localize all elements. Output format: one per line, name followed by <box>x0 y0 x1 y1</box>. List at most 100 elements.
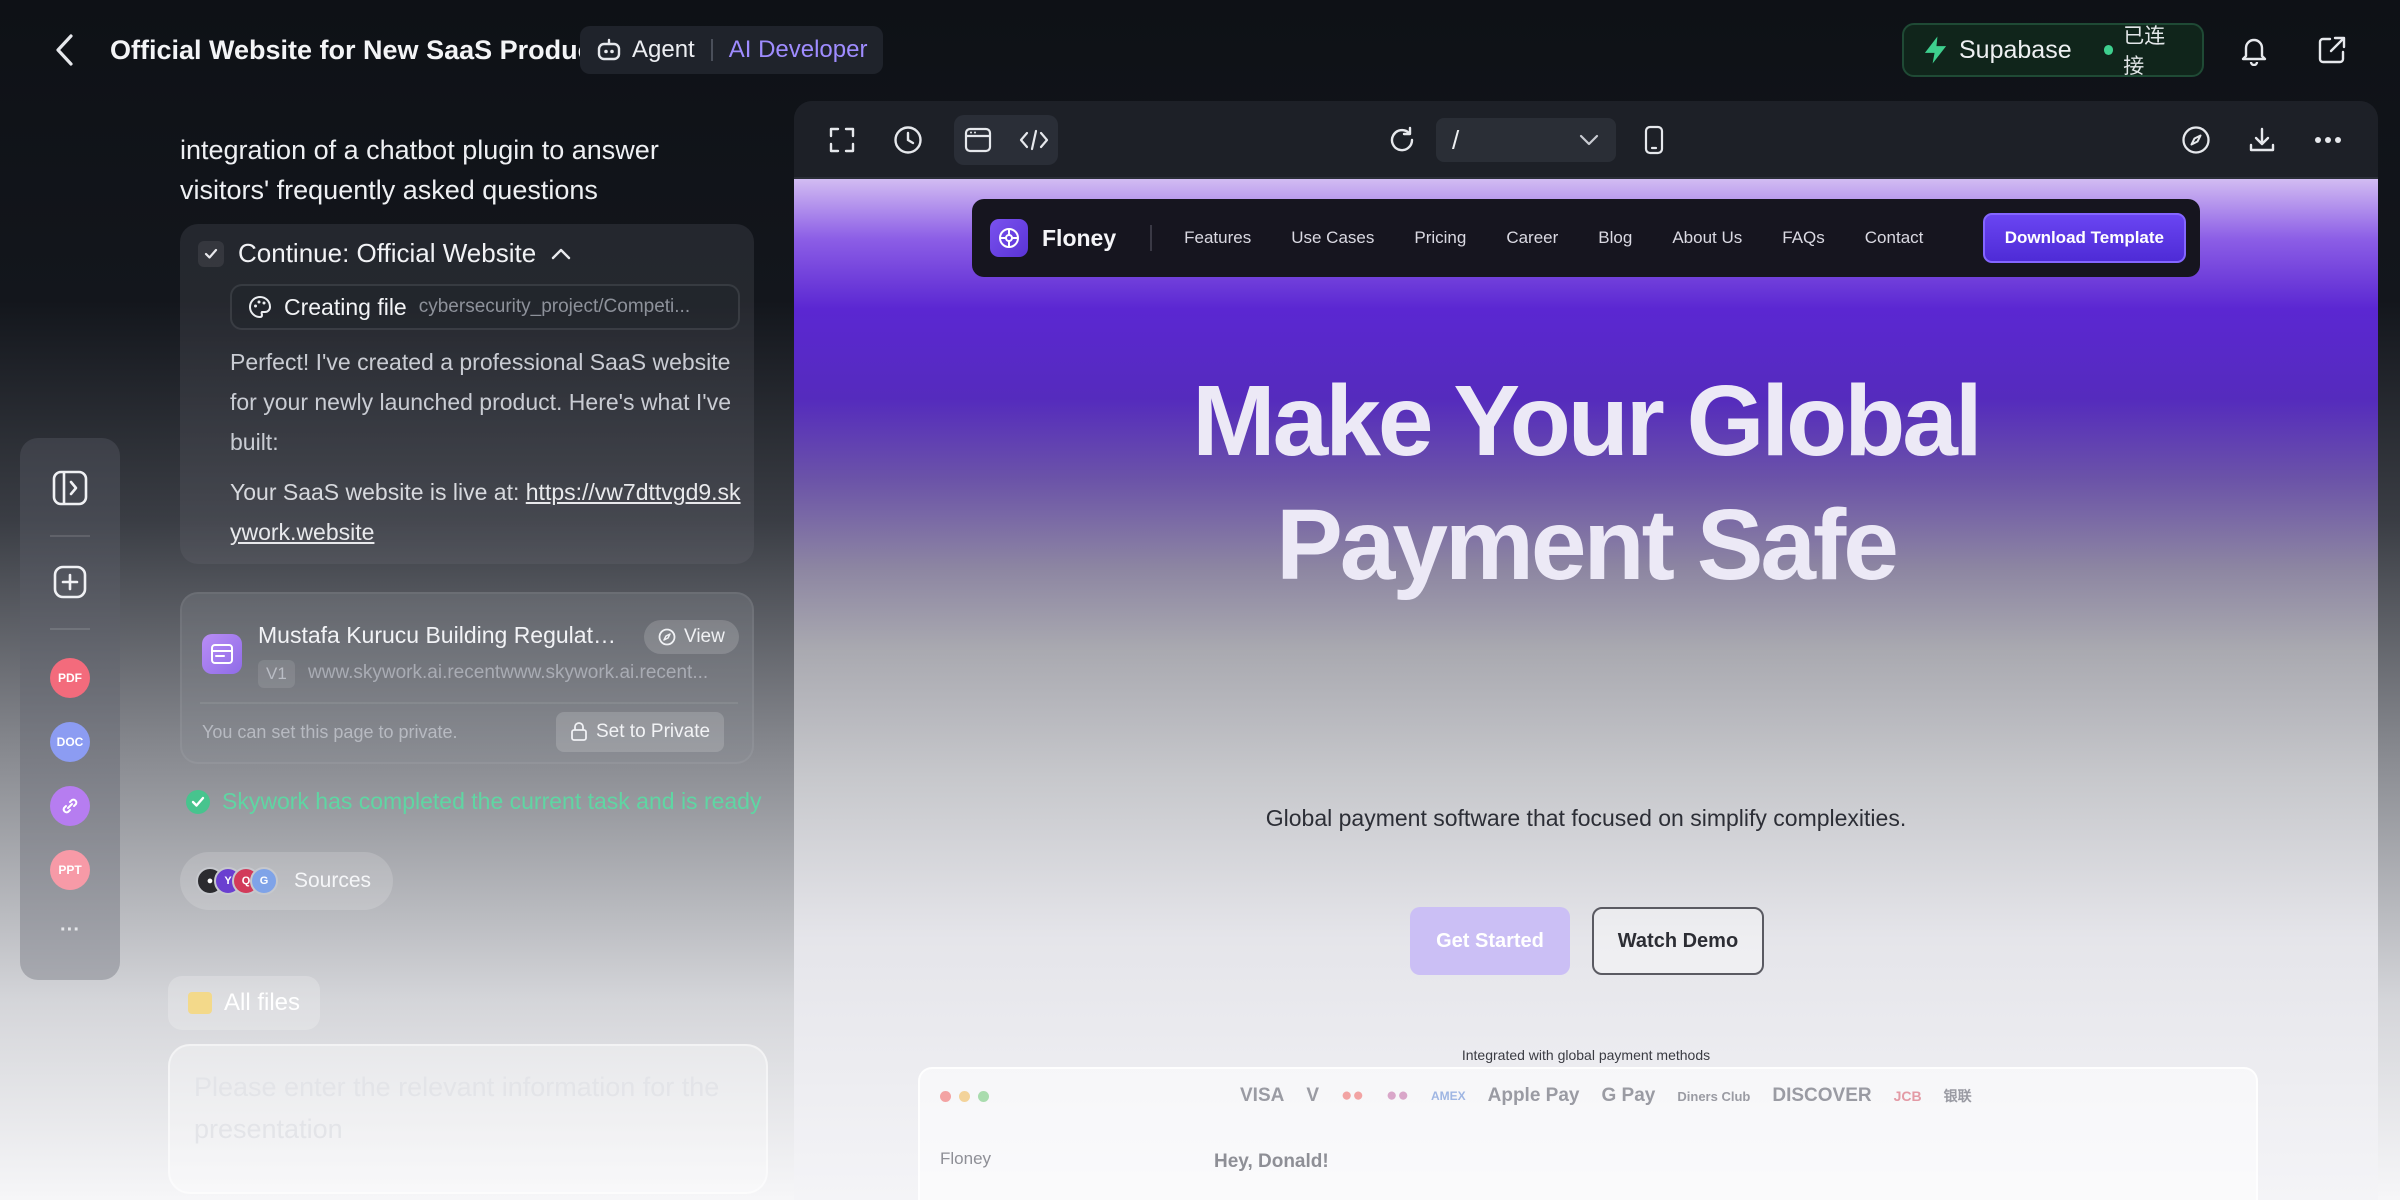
all-files-button[interactable]: All files <box>168 976 321 1030</box>
source-avatars: ● Y Q G <box>196 867 278 895</box>
plus-square-icon <box>53 565 87 599</box>
fullscreen-icon <box>829 127 855 153</box>
mode-agent-label: Agent <box>632 36 695 63</box>
set-private-label: Set to Private <box>596 721 711 742</box>
sources-button[interactable]: ● Y Q G Sources <box>180 852 394 910</box>
more-horizontal-icon <box>2315 137 2341 143</box>
back-button[interactable] <box>44 30 84 70</box>
payment-maestro: ●● <box>1386 1085 1409 1106</box>
dot-red <box>940 1091 951 1102</box>
payment-visa: VISA <box>1240 1085 1285 1106</box>
supabase-connection[interactable]: Supabase 已连接 <box>1902 23 2204 78</box>
download-icon <box>2249 127 2275 152</box>
hero-subtitle: Global payment software that focused on … <box>1265 805 1907 831</box>
link-file-icon[interactable] <box>50 786 90 826</box>
nav-link-features[interactable]: Features <box>1184 228 1251 248</box>
website-icon <box>202 634 242 674</box>
website-card: Mustafa Kurucu Building Regulatio... Vie… <box>180 592 754 764</box>
left-rail: PDF DOC PPT ··· <box>20 438 120 980</box>
new-task-button[interactable] <box>50 562 90 602</box>
fullscreen-button[interactable] <box>818 116 866 164</box>
file-path: cybersecurity_project/Competi... <box>418 296 691 317</box>
refresh-button[interactable] <box>1378 116 1426 164</box>
supabase-label: Supabase <box>1959 35 2072 64</box>
mode-selector[interactable]: Agent AI Developer <box>580 26 884 74</box>
view-button[interactable]: View <box>644 620 739 654</box>
share-button[interactable] <box>2308 26 2356 74</box>
nav-link-career[interactable]: Career <box>1506 228 1558 248</box>
history-button[interactable] <box>884 116 932 164</box>
nav-divider <box>1150 225 1153 251</box>
payment-mastercard: ●● <box>1341 1085 1364 1106</box>
all-files-label: All files <box>224 989 301 1016</box>
compass-icon <box>658 628 676 646</box>
code-mode-button[interactable] <box>1010 116 1058 164</box>
window-dots <box>940 1091 989 1102</box>
dashboard-mockup: VISA V ●● ●● AMEX Apple Pay G Pay Diners… <box>918 1067 2258 1200</box>
connected-dot <box>2103 45 2114 55</box>
set-private-button[interactable]: Set to Private <box>556 712 725 752</box>
task-title: Continue: Official Website <box>238 238 537 268</box>
pdf-file-icon[interactable]: PDF <box>50 658 90 698</box>
mockup-brand: Floney <box>940 1149 992 1168</box>
preview-toolbar: / <box>794 101 2378 179</box>
mode-divider <box>710 39 713 61</box>
success-check-icon <box>186 789 210 814</box>
website-preview: Floney Features Use Cases Pricing Career… <box>794 179 2378 1200</box>
card-divider <box>200 702 738 704</box>
preview-mode-button[interactable] <box>954 116 1002 164</box>
payment-venmo: V <box>1306 1085 1320 1106</box>
publish-button[interactable] <box>2172 116 2220 164</box>
task-complete-text: Skywork has completed the current task a… <box>222 788 762 814</box>
payment-diners: Diners Club <box>1677 1088 1751 1104</box>
lock-icon <box>571 722 587 741</box>
check-icon <box>198 240 224 267</box>
integrated-text: Integrated with global payment methods <box>1461 1047 1711 1063</box>
palette-icon <box>249 295 272 319</box>
task-toggle[interactable]: Continue: Official Website <box>198 238 572 269</box>
chat-input[interactable]: Please enter the relevant information fo… <box>168 1044 768 1194</box>
hero-line-2: Payment Safe <box>1276 489 1899 601</box>
notifications-button[interactable] <box>2230 26 2278 74</box>
get-started-button[interactable]: Get Started <box>1410 907 1570 975</box>
chevron-left-icon <box>56 34 73 66</box>
download-button[interactable] <box>2238 116 2286 164</box>
chevron-down-icon <box>1579 134 1599 146</box>
top-bar: Official Website for New SaaS Product Ag… <box>0 0 2400 100</box>
payment-apple-pay: Apple Pay <box>1487 1085 1580 1106</box>
payment-jcb: JCB <box>1893 1088 1922 1104</box>
hero-line-1: Make Your Global <box>1192 365 1982 477</box>
nav-link-blog[interactable]: Blog <box>1598 228 1632 248</box>
nav-link-use-cases[interactable]: Use Cases <box>1291 228 1374 248</box>
private-hint: You can set this page to private. <box>202 722 458 742</box>
download-template-button[interactable]: Download Template <box>1982 213 2186 263</box>
nav-link-faqs[interactable]: FAQs <box>1782 228 1825 248</box>
bolt-icon <box>1924 36 1947 64</box>
nav-link-contact[interactable]: Contact <box>1865 228 1924 248</box>
clock-icon <box>894 126 922 154</box>
project-title: Official Website for New SaaS Product <box>110 35 602 65</box>
preview-panel: / Floney Features Use Cases Pricing Care… <box>794 101 2378 1200</box>
mobile-view-button[interactable] <box>1630 116 1678 164</box>
ppt-file-icon[interactable]: PPT <box>50 850 90 890</box>
watch-demo-button[interactable]: Watch Demo <box>1592 907 1764 975</box>
assistant-reply: Perfect! I've created a professional Saa… <box>230 349 731 455</box>
user-message-fragment: integration of a chatbot plugin to answe… <box>180 135 659 205</box>
doc-file-icon[interactable]: DOC <box>50 722 90 762</box>
version-badge: V1 <box>258 660 295 688</box>
more-files-icon[interactable]: ··· <box>50 910 90 950</box>
chevron-up-icon <box>551 248 571 259</box>
nav-link-about-us[interactable]: About Us <box>1672 228 1742 248</box>
folder-icon <box>188 992 212 1014</box>
sources-label: Sources <box>294 869 372 892</box>
expand-sidebar-button[interactable] <box>50 468 90 508</box>
file-action-label: Creating file <box>284 293 407 320</box>
more-options-button[interactable] <box>2304 116 2352 164</box>
link-icon <box>62 798 78 814</box>
route-select[interactable]: / <box>1436 118 1616 162</box>
live-url-line: Your SaaS website is live at: https://vw… <box>230 472 750 552</box>
site-logo[interactable]: Floney <box>990 219 1116 257</box>
nav-link-pricing[interactable]: Pricing <box>1414 228 1466 248</box>
brand-name: Floney <box>1042 224 1117 251</box>
file-action-chip[interactable]: Creating file cybersecurity_project/Comp… <box>230 284 740 330</box>
